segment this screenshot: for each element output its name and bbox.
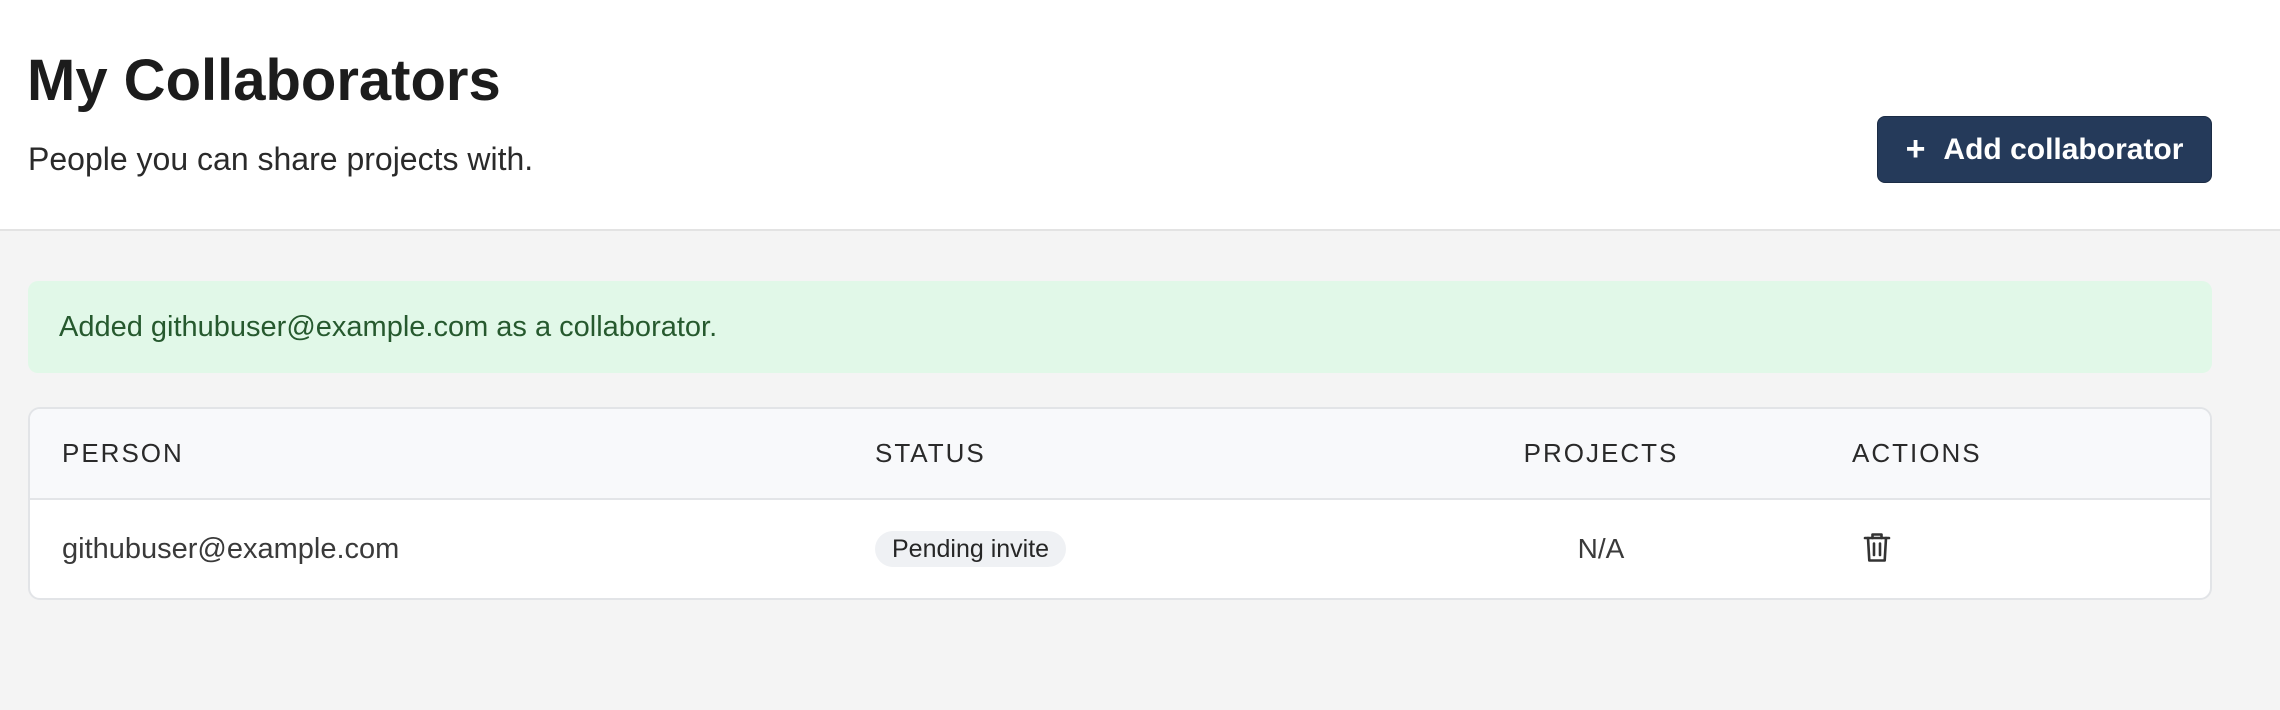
column-header-person: PERSON (62, 438, 184, 468)
status-badge: Pending invite (875, 531, 1067, 567)
table-row: githubuser@example.com Pending invite N/… (30, 500, 2210, 598)
trash-icon (1863, 533, 1891, 562)
collaborators-table: PERSON STATUS PROJECTS ACTIONS githubuse… (28, 407, 2212, 600)
page-subtitle: People you can share projects with. (28, 141, 534, 177)
delete-collaborator-button[interactable] (1857, 527, 1897, 567)
alert-message: Added githubuser@example.com as a collab… (59, 310, 718, 343)
actions-cell (1857, 500, 1897, 598)
column-header-actions: ACTIONS (1852, 438, 1982, 468)
add-collaborator-button[interactable]: + Add collaborator (1877, 116, 2212, 183)
page-header: My Collaborators People you can share pr… (0, 0, 2280, 231)
column-header-status: STATUS (875, 438, 986, 468)
projects-cell: N/A (1577, 533, 1625, 564)
page-title: My Collaborators (27, 48, 501, 113)
add-collaborator-label: Add collaborator (1943, 132, 2184, 166)
collaborator-email: githubuser@example.com (62, 532, 400, 565)
plus-icon: + (1905, 129, 1926, 168)
success-alert: Added githubuser@example.com as a collab… (28, 281, 2212, 373)
column-header-projects: PROJECTS (1523, 438, 1679, 468)
table-header: PERSON STATUS PROJECTS ACTIONS (30, 409, 2210, 500)
status-cell: Pending invite (875, 500, 1067, 598)
